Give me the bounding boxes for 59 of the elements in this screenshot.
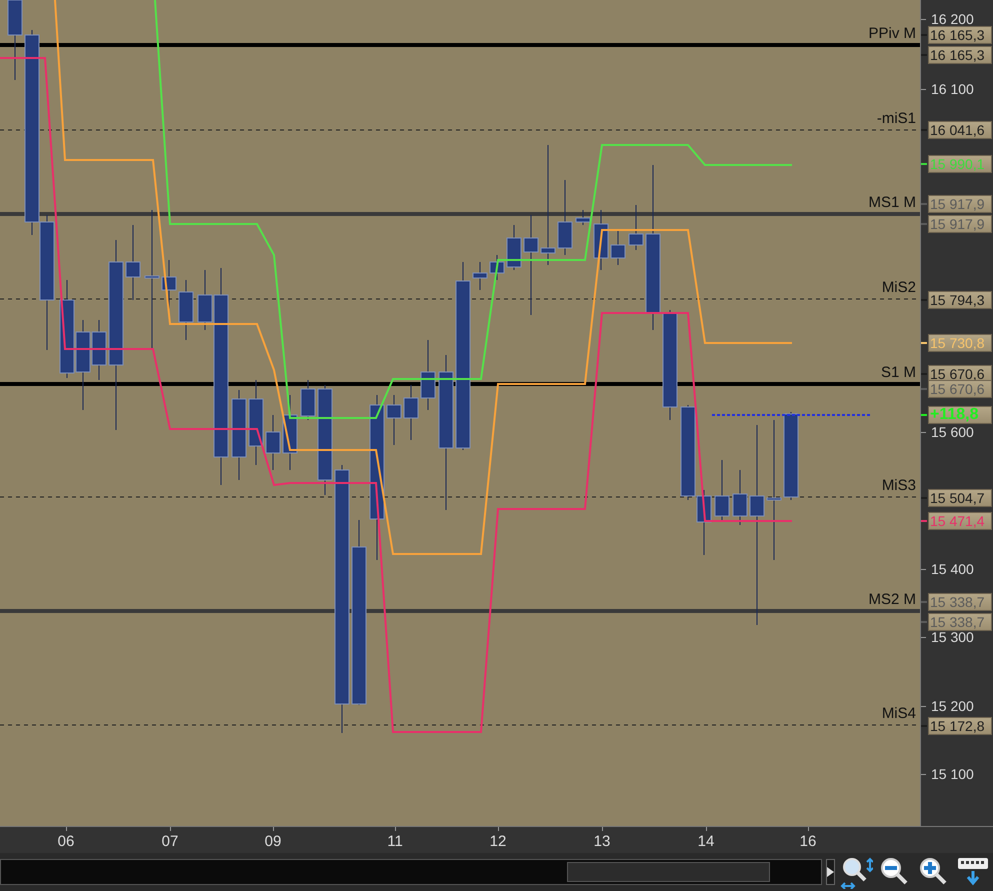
price-tick-label: 15 100 — [931, 766, 974, 782]
date-tick-label: 06 — [58, 833, 74, 850]
right-arrow-icon — [827, 867, 834, 877]
price-tick-label: 15 600 — [931, 424, 974, 440]
change-tag: +118,8 — [928, 406, 992, 424]
price-tag: 16 041,6 — [928, 121, 992, 139]
price-tag: 15 471,4 — [928, 512, 992, 530]
candle — [490, 254, 504, 280]
price-tag: 15 730,8 — [928, 334, 992, 352]
candle — [594, 210, 608, 270]
candle — [732, 470, 748, 526]
price-tag: 15 990,1 — [928, 155, 992, 173]
price-tick-label: 15 300 — [931, 629, 974, 645]
candle — [506, 224, 522, 270]
price-tag: 15 917,9 — [928, 215, 992, 233]
date-tick-label: 13 — [594, 833, 610, 850]
scroll-right-button[interactable] — [826, 859, 835, 885]
price-tag: 15 794,3 — [928, 291, 992, 309]
level-label: MiS3 — [882, 477, 916, 494]
zoom-fit-icon — [840, 856, 873, 888]
candle — [420, 340, 436, 410]
price-tag: 15 172,8 — [928, 717, 992, 735]
date-tick-label: 14 — [698, 833, 714, 850]
date-tick-label: 09 — [264, 833, 282, 850]
candle — [300, 380, 316, 420]
price-tag: 15 917,9 — [928, 195, 992, 213]
price-tick-label: 15 400 — [931, 561, 974, 577]
level-label: MiS2 — [882, 279, 916, 296]
scrollbar[interactable] — [0, 859, 822, 885]
date-tick-label: 07 — [162, 833, 178, 850]
zoom-fit-button[interactable] — [840, 856, 873, 888]
date-tick-label: 16 — [800, 833, 816, 850]
level-label: S1 M — [880, 364, 916, 381]
price-tag: 15 338,7 — [928, 593, 992, 611]
level-label: MS1 M — [868, 194, 916, 211]
price-tag: 15 504,7 — [928, 489, 992, 507]
candle — [576, 210, 590, 226]
level-label: PPiv M — [868, 25, 916, 42]
candle — [404, 384, 418, 440]
price-tag: 16 165,3 — [928, 46, 992, 64]
level-label: MS2 M — [868, 591, 916, 608]
level-label: -miS1 — [876, 110, 916, 127]
candle — [386, 394, 402, 446]
candle — [178, 280, 194, 340]
date-tick-label: 12 — [490, 833, 506, 850]
level-label: MiS4 — [882, 705, 916, 722]
candle — [266, 414, 280, 470]
price-tag: 16 165,3 — [928, 26, 992, 44]
price-tick-label: 16 100 — [931, 81, 974, 97]
candle — [472, 262, 488, 290]
date-tick-label: 11 — [387, 833, 403, 850]
candle — [610, 230, 626, 266]
candle — [628, 204, 644, 250]
price-tag: 15 338,7 — [928, 613, 992, 631]
price-tick-label: 16 200 — [931, 11, 974, 27]
price-tag: 15 670,6 — [928, 380, 992, 398]
candle — [714, 460, 730, 520]
price-tick-label: 15 200 — [931, 698, 974, 714]
scrollbar-thumb[interactable] — [567, 862, 770, 882]
